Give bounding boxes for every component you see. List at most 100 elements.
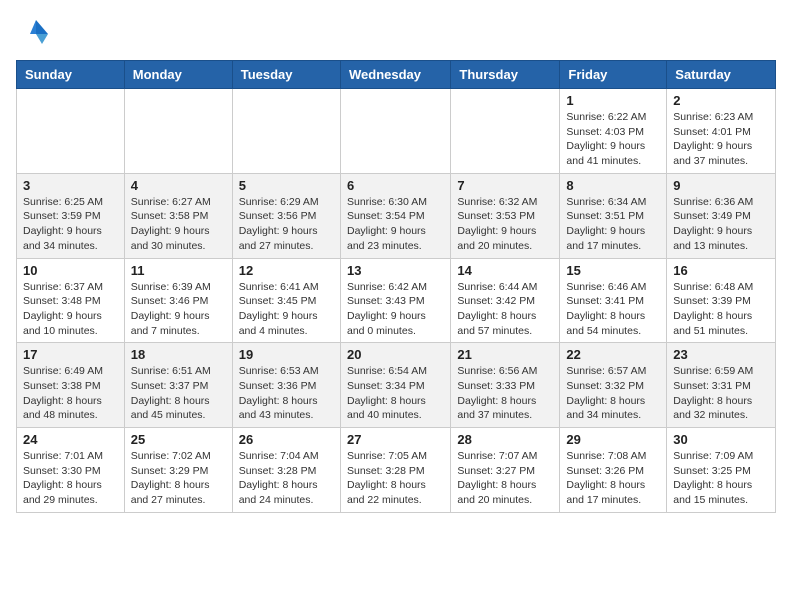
- day-cell: 9Sunrise: 6:36 AM Sunset: 3:49 PM Daylig…: [667, 173, 776, 258]
- header-cell-sunday: Sunday: [17, 61, 125, 89]
- day-info: Sunrise: 6:49 AM Sunset: 3:38 PM Dayligh…: [23, 364, 118, 423]
- day-number: 15: [566, 263, 660, 278]
- day-cell: 22 Sunrise: 6:57 AM Sunset: 3:32 PM Dayli…: [560, 343, 667, 428]
- day-number: 26: [239, 432, 334, 447]
- week-row-4: 24 Sunrise: 7:01 AM Sunset: 3:30 PM Dayli…: [17, 428, 776, 513]
- day-number: 2: [673, 93, 769, 108]
- day-number: 27: [347, 432, 444, 447]
- day-cell: 10 Sunrise: 6:37 AM Sunset: 3:48 PM Dayli…: [17, 258, 125, 343]
- day-info: Sunrise: 6:25 AM Sunset: 3:59 PM Dayligh…: [23, 195, 118, 254]
- day-info: Sunrise: 6:51 AM Sunset: 3:37 PM Dayligh…: [131, 364, 226, 423]
- logo: [16, 16, 56, 52]
- day-cell: [124, 89, 232, 174]
- day-cell: 25 Sunrise: 7:02 AM Sunset: 3:29 PM Dayli…: [124, 428, 232, 513]
- day-cell: 14 Sunrise: 6:44 AM Sunset: 3:42 PM Dayli…: [451, 258, 560, 343]
- week-row-1: 3Sunrise: 6:25 AM Sunset: 3:59 PM Daylig…: [17, 173, 776, 258]
- header-cell-tuesday: Tuesday: [232, 61, 340, 89]
- calendar-header: SundayMondayTuesdayWednesdayThursdayFrid…: [17, 61, 776, 89]
- day-number: 10: [23, 263, 118, 278]
- day-cell: 30 Sunrise: 7:09 AM Sunset: 3:25 PM Dayli…: [667, 428, 776, 513]
- day-number: 19: [239, 347, 334, 362]
- day-info: Sunrise: 6:56 AM Sunset: 3:33 PM Dayligh…: [457, 364, 553, 423]
- day-info: Sunrise: 6:57 AM Sunset: 3:32 PM Dayligh…: [566, 364, 660, 423]
- day-number: 14: [457, 263, 553, 278]
- day-info: Sunrise: 6:59 AM Sunset: 3:31 PM Dayligh…: [673, 364, 769, 423]
- day-number: 5: [239, 178, 334, 193]
- header-cell-wednesday: Wednesday: [340, 61, 450, 89]
- header-cell-monday: Monday: [124, 61, 232, 89]
- day-cell: 19Sunrise: 6:53 AM Sunset: 3:36 PM Dayli…: [232, 343, 340, 428]
- day-cell: 4 Sunrise: 6:27 AM Sunset: 3:58 PM Daylig…: [124, 173, 232, 258]
- day-number: 30: [673, 432, 769, 447]
- day-info: Sunrise: 6:42 AM Sunset: 3:43 PM Dayligh…: [347, 280, 444, 339]
- day-cell: 18 Sunrise: 6:51 AM Sunset: 3:37 PM Dayli…: [124, 343, 232, 428]
- day-number: 29: [566, 432, 660, 447]
- day-cell: [17, 89, 125, 174]
- day-cell: 26 Sunrise: 7:04 AM Sunset: 3:28 PM Dayli…: [232, 428, 340, 513]
- day-cell: 17 Sunrise: 6:49 AM Sunset: 3:38 PM Dayli…: [17, 343, 125, 428]
- day-info: Sunrise: 6:22 AM Sunset: 4:03 PM Dayligh…: [566, 110, 660, 169]
- day-number: 6: [347, 178, 444, 193]
- day-info: Sunrise: 6:29 AM Sunset: 3:56 PM Dayligh…: [239, 195, 334, 254]
- day-number: 9: [673, 178, 769, 193]
- day-info: Sunrise: 7:08 AM Sunset: 3:26 PM Dayligh…: [566, 449, 660, 508]
- day-cell: 3Sunrise: 6:25 AM Sunset: 3:59 PM Daylig…: [17, 173, 125, 258]
- day-cell: 12 Sunrise: 6:41 AM Sunset: 3:45 PM Dayli…: [232, 258, 340, 343]
- day-number: 8: [566, 178, 660, 193]
- day-cell: 15Sunrise: 6:46 AM Sunset: 3:41 PM Dayli…: [560, 258, 667, 343]
- day-info: Sunrise: 7:01 AM Sunset: 3:30 PM Dayligh…: [23, 449, 118, 508]
- day-cell: 23 Sunrise: 6:59 AM Sunset: 3:31 PM Dayli…: [667, 343, 776, 428]
- day-cell: 5 Sunrise: 6:29 AM Sunset: 3:56 PM Daylig…: [232, 173, 340, 258]
- day-cell: 24 Sunrise: 7:01 AM Sunset: 3:30 PM Dayli…: [17, 428, 125, 513]
- day-cell: 21 Sunrise: 6:56 AM Sunset: 3:33 PM Dayli…: [451, 343, 560, 428]
- day-info: Sunrise: 7:02 AM Sunset: 3:29 PM Dayligh…: [131, 449, 226, 508]
- week-row-3: 17 Sunrise: 6:49 AM Sunset: 3:38 PM Dayli…: [17, 343, 776, 428]
- day-number: 11: [131, 263, 226, 278]
- day-info: Sunrise: 6:54 AM Sunset: 3:34 PM Dayligh…: [347, 364, 444, 423]
- day-info: Sunrise: 6:30 AM Sunset: 3:54 PM Dayligh…: [347, 195, 444, 254]
- day-info: Sunrise: 6:34 AM Sunset: 3:51 PM Dayligh…: [566, 195, 660, 254]
- day-number: 4: [131, 178, 226, 193]
- week-row-0: 1 Sunrise: 6:22 AM Sunset: 4:03 PM Daylig…: [17, 89, 776, 174]
- day-info: Sunrise: 6:41 AM Sunset: 3:45 PM Dayligh…: [239, 280, 334, 339]
- day-cell: 1 Sunrise: 6:22 AM Sunset: 4:03 PM Daylig…: [560, 89, 667, 174]
- day-number: 28: [457, 432, 553, 447]
- day-info: Sunrise: 7:04 AM Sunset: 3:28 PM Dayligh…: [239, 449, 334, 508]
- calendar-table: SundayMondayTuesdayWednesdayThursdayFrid…: [16, 60, 776, 513]
- day-cell: 8 Sunrise: 6:34 AM Sunset: 3:51 PM Daylig…: [560, 173, 667, 258]
- day-info: Sunrise: 6:23 AM Sunset: 4:01 PM Dayligh…: [673, 110, 769, 169]
- day-number: 20: [347, 347, 444, 362]
- day-cell: 16 Sunrise: 6:48 AM Sunset: 3:39 PM Dayli…: [667, 258, 776, 343]
- day-number: 12: [239, 263, 334, 278]
- header-cell-saturday: Saturday: [667, 61, 776, 89]
- day-info: Sunrise: 6:27 AM Sunset: 3:58 PM Dayligh…: [131, 195, 226, 254]
- day-cell: 6 Sunrise: 6:30 AM Sunset: 3:54 PM Daylig…: [340, 173, 450, 258]
- day-info: Sunrise: 6:32 AM Sunset: 3:53 PM Dayligh…: [457, 195, 553, 254]
- logo-icon: [16, 16, 52, 52]
- day-number: 25: [131, 432, 226, 447]
- day-number: 1: [566, 93, 660, 108]
- day-info: Sunrise: 6:39 AM Sunset: 3:46 PM Dayligh…: [131, 280, 226, 339]
- day-number: 17: [23, 347, 118, 362]
- day-cell: 29 Sunrise: 7:08 AM Sunset: 3:26 PM Dayli…: [560, 428, 667, 513]
- day-cell: 20 Sunrise: 6:54 AM Sunset: 3:34 PM Dayli…: [340, 343, 450, 428]
- day-number: 22: [566, 347, 660, 362]
- day-cell: 7Sunrise: 6:32 AM Sunset: 3:53 PM Daylig…: [451, 173, 560, 258]
- day-cell: 28Sunrise: 7:07 AM Sunset: 3:27 PM Dayli…: [451, 428, 560, 513]
- header-row: SundayMondayTuesdayWednesdayThursdayFrid…: [17, 61, 776, 89]
- day-info: Sunrise: 6:44 AM Sunset: 3:42 PM Dayligh…: [457, 280, 553, 339]
- day-info: Sunrise: 6:48 AM Sunset: 3:39 PM Dayligh…: [673, 280, 769, 339]
- day-number: 23: [673, 347, 769, 362]
- day-info: Sunrise: 7:09 AM Sunset: 3:25 PM Dayligh…: [673, 449, 769, 508]
- header-cell-friday: Friday: [560, 61, 667, 89]
- day-number: 18: [131, 347, 226, 362]
- day-cell: [340, 89, 450, 174]
- day-number: 21: [457, 347, 553, 362]
- day-cell: [232, 89, 340, 174]
- day-number: 16: [673, 263, 769, 278]
- day-number: 24: [23, 432, 118, 447]
- day-info: Sunrise: 7:05 AM Sunset: 3:28 PM Dayligh…: [347, 449, 444, 508]
- day-info: Sunrise: 6:37 AM Sunset: 3:48 PM Dayligh…: [23, 280, 118, 339]
- day-cell: 13Sunrise: 6:42 AM Sunset: 3:43 PM Dayli…: [340, 258, 450, 343]
- day-cell: 11 Sunrise: 6:39 AM Sunset: 3:46 PM Dayli…: [124, 258, 232, 343]
